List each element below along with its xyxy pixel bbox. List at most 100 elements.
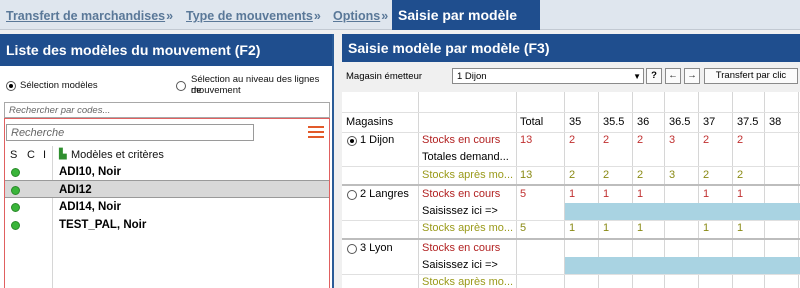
transfert-par-clic-button[interactable]: Transfert par clic (704, 68, 798, 84)
col-header-size: 35.5 (603, 116, 625, 128)
top-navigation: Transfert de marchandises» Type de mouve… (0, 0, 800, 30)
col-header-magasins: Magasins (346, 116, 394, 128)
row-label: Saisissez ici => (422, 259, 498, 271)
model-row-test-pal[interactable]: TEST_PAL, Noir (5, 216, 329, 234)
store-name: 3 Lyon (360, 242, 393, 254)
prev-arrow-button[interactable]: ← (665, 68, 681, 84)
size-value: 2 (569, 134, 576, 146)
grid-line (516, 92, 517, 288)
status-green-icon (11, 186, 20, 195)
col-header-total: Total (520, 116, 544, 128)
size-value: 1 (569, 222, 576, 234)
col-header-s[interactable]: S (10, 149, 17, 161)
size-value: 1 (703, 222, 710, 234)
size-value: 2 (703, 134, 710, 146)
col-header-i[interactable]: I (43, 149, 46, 161)
toolbar: Magasin émetteur 1 Dijon ▼ ? ← → Transfe… (342, 62, 800, 92)
radio-selection-lignes[interactable] (176, 81, 186, 91)
breadcrumb-transfert[interactable]: Transfert de marchandises» (6, 9, 173, 23)
size-value: 2 (637, 169, 644, 181)
row-label: Stocks en cours (422, 188, 501, 200)
models-tree-icon: ▙ (59, 149, 67, 160)
status-green-icon (11, 221, 20, 230)
size-value: 1 (603, 222, 610, 234)
magasin-emetteur-select[interactable]: 1 Dijon ▼ (452, 68, 644, 84)
size-value: 1 (569, 188, 576, 200)
total-value: 13 (520, 134, 533, 146)
row-label: Stocks en cours (422, 242, 501, 254)
grid-line (342, 132, 800, 133)
row-label: Stocks après mo... (422, 276, 514, 288)
col-header-size: 37 (703, 116, 716, 128)
store-radio-dijon[interactable] (347, 136, 357, 146)
breadcrumb-separator: » (381, 9, 389, 23)
size-value: 2 (569, 169, 576, 181)
size-value: 2 (637, 134, 644, 146)
radio-selection-modeles-label: Sélection modèles (20, 80, 98, 91)
store-radio-langres[interactable] (347, 190, 357, 200)
transfer-grid: Magasins Total 35 35.5 36 36.5 37 37.5 3… (342, 92, 800, 288)
size-value: 2 (703, 169, 710, 181)
size-value: 2 (737, 134, 744, 146)
col-header-size: 35 (569, 116, 582, 128)
col-header-size: 38 (769, 116, 782, 128)
size-value: 2 (603, 169, 610, 181)
radio-selection-modeles[interactable] (6, 81, 16, 91)
model-label: TEST_PAL, Noir (59, 219, 147, 231)
total-value: 5 (520, 222, 527, 234)
size-value: 1 (603, 188, 610, 200)
size-value: 1 (703, 188, 710, 200)
col-header-size: 37.5 (737, 116, 759, 128)
model-row-adi10[interactable]: ADI10, Noir (5, 163, 329, 181)
model-label: ADI12 (59, 184, 92, 196)
store-radio-lyon[interactable] (347, 244, 357, 254)
grid-line (342, 112, 800, 113)
breadcrumb-options[interactable]: Options» (333, 9, 388, 23)
grid-line (418, 92, 419, 288)
help-button[interactable]: ? (646, 68, 662, 84)
row-label: Stocks en cours (422, 134, 501, 146)
model-label: ADI14, Noir (59, 201, 121, 213)
chevron-down-icon: ▼ (633, 72, 641, 81)
total-value: 5 (520, 188, 527, 200)
row-label: Stocks après mo... (422, 222, 514, 234)
breadcrumb-active-tab[interactable]: Saisie par modèle (392, 0, 540, 30)
size-value: 1 (637, 188, 644, 200)
grid-line (342, 274, 800, 275)
status-green-icon (11, 168, 20, 177)
size-value: 2 (603, 134, 610, 146)
store-name: 2 Langres (360, 188, 409, 200)
model-entry-panel: Saisie modèle par modèle (F3) Magasin ém… (342, 34, 800, 288)
size-value: 1 (737, 188, 744, 200)
search-codes-input[interactable]: Rechercher par codes... (4, 102, 330, 118)
model-list-title: Liste des modèles du mouvement (F2) (0, 34, 332, 66)
next-arrow-button[interactable]: → (684, 68, 700, 84)
model-list-panel: Liste des modèles du mouvement (F2) Séle… (0, 34, 334, 288)
entry-cells-lyon[interactable] (565, 257, 800, 274)
entry-cells-langres[interactable] (565, 203, 800, 220)
total-value: 13 (520, 169, 533, 181)
col-header-c[interactable]: C (27, 149, 35, 161)
grid-line (342, 166, 800, 167)
menu-icon[interactable] (308, 126, 324, 139)
row-label: Saisissez ici => (422, 205, 498, 217)
model-row-adi14[interactable]: ADI14, Noir (5, 198, 329, 216)
size-value: 1 (737, 222, 744, 234)
row-label: Totales demand... (422, 151, 509, 163)
size-value: 3 (669, 169, 676, 181)
col-header-models[interactable]: Modèles et critères (71, 149, 164, 161)
search-input[interactable]: Recherche (6, 124, 254, 141)
breadcrumb-separator: » (166, 9, 174, 23)
breadcrumb-separator: » (313, 9, 321, 23)
status-green-icon (11, 203, 20, 212)
size-value: 2 (737, 169, 744, 181)
size-value: 1 (637, 222, 644, 234)
model-row-adi12-selected[interactable]: ADI12 (5, 180, 329, 198)
grid-line (342, 220, 800, 221)
breadcrumb-type-mouvements[interactable]: Type de mouvements» (186, 9, 321, 23)
col-header-size: 36 (637, 116, 650, 128)
model-label: ADI10, Noir (59, 166, 121, 178)
col-header-size: 36.5 (669, 116, 691, 128)
size-value: 3 (669, 134, 676, 146)
magasin-emetteur-label: Magasin émetteur (346, 71, 423, 82)
